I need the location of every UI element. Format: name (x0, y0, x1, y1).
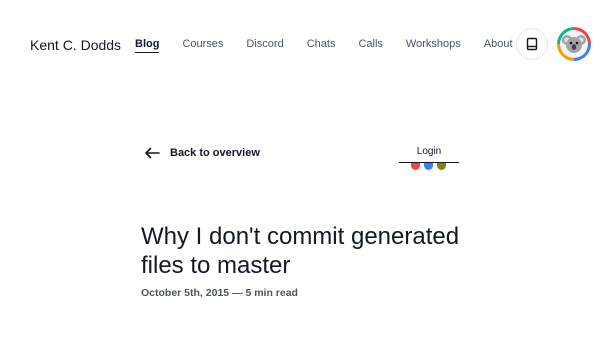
koala-avatar-icon (560, 30, 588, 58)
back-to-overview-link[interactable]: Back to overview (144, 147, 260, 159)
nav-link-discord[interactable]: Discord (246, 38, 283, 53)
nav-link-calls[interactable]: Calls (358, 38, 382, 53)
nav-link-chats[interactable]: Chats (307, 38, 336, 53)
team-red-dot[interactable] (411, 163, 420, 170)
user-avatar-button[interactable] (557, 27, 591, 61)
login-label: Login (416, 146, 442, 157)
team-yellow-dot[interactable] (437, 163, 446, 170)
main-nav: Blog Courses Discord Chats Calls Worksho… (135, 38, 513, 53)
nav-link-about[interactable]: About (484, 38, 513, 53)
nav-link-workshops[interactable]: Workshops (406, 38, 461, 53)
site-logo-link[interactable]: Kent C. Dodds (30, 37, 121, 53)
theme-toggle-icon (526, 37, 538, 51)
post-meta: October 5th, 2015 — 5 min read (141, 287, 298, 299)
login-widget[interactable]: Login (399, 146, 459, 176)
nav-link-courses[interactable]: Courses (182, 38, 223, 53)
post-title: Why I don't commit generated files to ma… (141, 223, 460, 279)
arrow-left-icon (145, 147, 160, 159)
nav-link-blog[interactable]: Blog (135, 38, 160, 53)
theme-toggle-button[interactable] (516, 28, 548, 60)
team-blue-dot[interactable] (424, 163, 433, 170)
back-link-label: Back to overview (170, 147, 260, 159)
site-header: Kent C. Dodds Blog Courses Discord Chats… (0, 0, 600, 90)
